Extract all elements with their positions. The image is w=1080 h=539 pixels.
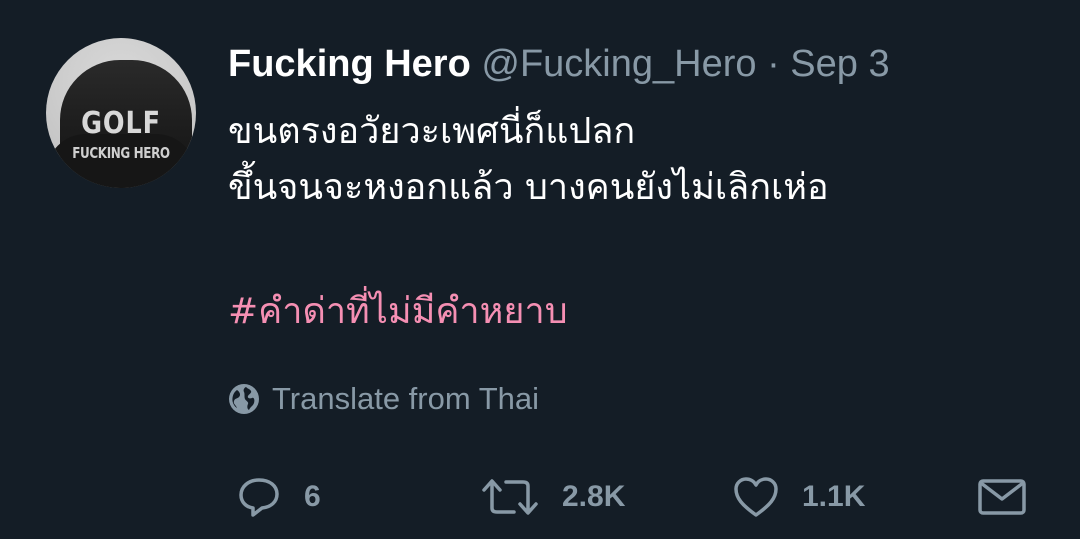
tweet-actions: 6 2.8K 1.1K: [232, 470, 1042, 524]
hashtag-link[interactable]: #คำด่าที่ไม่มีคำหยาบ: [228, 284, 568, 340]
translate-link[interactable]: Translate from Thai: [228, 378, 539, 420]
tweet-text-line: ขึ้นจนจะหงอกแล้ว บางคนยังไม่เลิกเห่อ: [228, 167, 829, 208]
tweet-header: Fucking Hero @Fucking_Hero · Sep 3: [228, 40, 890, 88]
envelope-icon: [978, 479, 1026, 515]
reply-count: 6: [304, 480, 321, 513]
like-button[interactable]: 1.1K: [732, 470, 865, 524]
like-count: 1.1K: [802, 480, 866, 513]
tweet-text-line: ขนตรงอวัยวะเพศนี่ก็แปลก: [228, 111, 636, 152]
reply-button[interactable]: 6: [236, 470, 321, 524]
translate-label: Translate from Thai: [272, 381, 540, 416]
header-separator: ·: [767, 43, 780, 85]
display-name[interactable]: Fucking Hero: [228, 43, 471, 85]
reply-icon: [239, 478, 279, 517]
tweet-text: ขนตรงอวัยวะเพศนี่ก็แปลก ขึ้นจนจะหงอกแล้ว…: [228, 104, 1048, 216]
globe-icon: [229, 384, 259, 414]
retweet-button[interactable]: 2.8K: [480, 470, 625, 524]
heart-icon: [734, 477, 778, 517]
avatar[interactable]: GOLF FUCKING HERO: [46, 38, 196, 188]
user-handle[interactable]: @Fucking_Hero: [481, 43, 756, 85]
direct-message-button[interactable]: [976, 470, 1028, 524]
avatar-logo-text-bottom: FUCKING HERO: [72, 144, 170, 162]
tweet-date[interactable]: Sep 3: [790, 43, 889, 85]
retweet-count: 2.8K: [562, 480, 626, 513]
tweet-card: GOLF FUCKING HERO Fucking Hero @Fucking_…: [0, 0, 1080, 539]
retweet-icon: [482, 479, 538, 515]
avatar-logo-text-top: GOLF: [81, 106, 161, 141]
